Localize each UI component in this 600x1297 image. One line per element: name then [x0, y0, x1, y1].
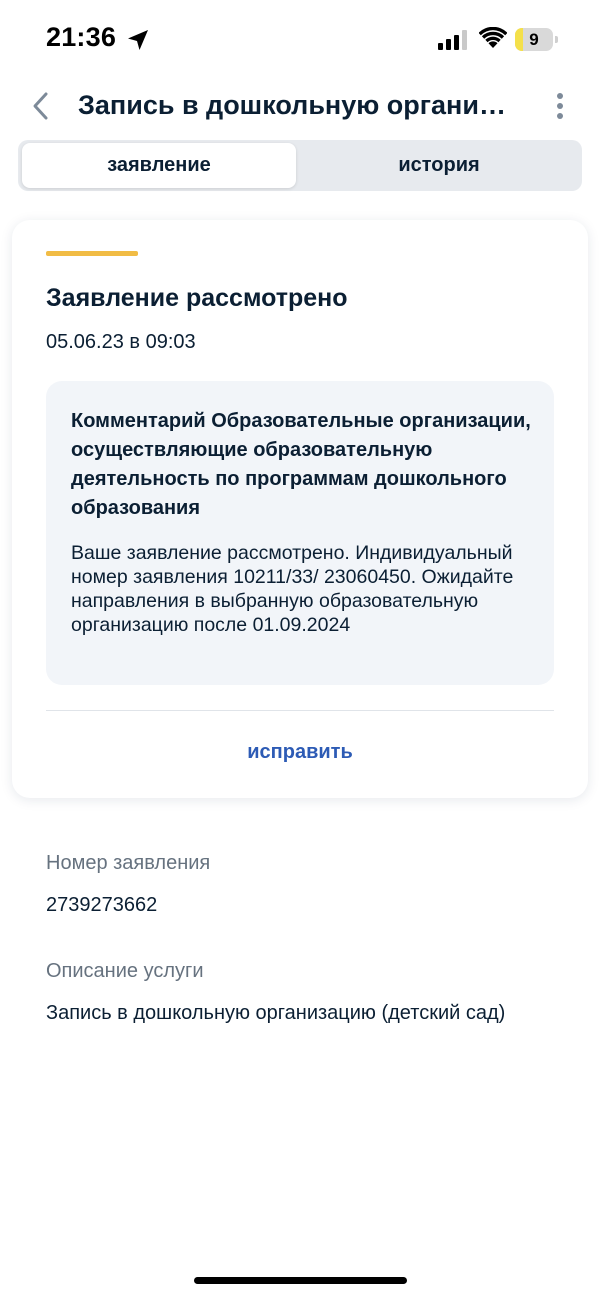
status-bar: 21:36 9: [0, 0, 600, 80]
application-number-label: Номер заявления: [46, 852, 211, 874]
tab-application[interactable]: заявление: [22, 143, 296, 188]
chevron-left-icon: [33, 92, 48, 120]
status-accent-bar: [46, 251, 138, 256]
home-indicator: [194, 1277, 407, 1284]
comment-text: Ваше заявление рассмотрено. Индивидуальн…: [71, 542, 514, 636]
service-description-value: Запись в дошкольную организацию (детский…: [46, 1002, 506, 1024]
card-divider: [46, 710, 554, 711]
status-card: Заявление рассмотрено 05.06.23 в 09:03 К…: [12, 220, 588, 798]
more-options-button[interactable]: [546, 88, 574, 124]
more-vertical-icon: [557, 93, 563, 99]
cellular-signal-icon: [438, 30, 467, 50]
app-header: Запись в дошкольную организацию (детский…: [0, 80, 600, 134]
wifi-icon: [479, 27, 507, 48]
page-title: Запись в дошкольную организацию (детский…: [78, 90, 518, 120]
status-title: Заявление рассмотрено: [46, 284, 348, 312]
location-arrow-icon: [128, 30, 148, 50]
back-button[interactable]: [24, 88, 58, 124]
status-date: 05.06.23 в 09:03: [46, 331, 196, 353]
battery-icon: 9: [515, 28, 559, 51]
comment-box: Комментарий Образовательные организации,…: [46, 381, 554, 685]
segmented-tabs: заявление история: [18, 140, 582, 191]
tab-history[interactable]: история: [300, 143, 578, 188]
service-description-label: Описание услуги: [46, 960, 204, 982]
application-number-value: 2739273662: [46, 894, 158, 916]
status-time: 21:36: [46, 22, 117, 52]
comment-title: Комментарий Образовательные организации,…: [71, 410, 531, 519]
edit-application-button[interactable]: исправить: [46, 735, 554, 769]
battery-level: 9: [529, 30, 539, 49]
